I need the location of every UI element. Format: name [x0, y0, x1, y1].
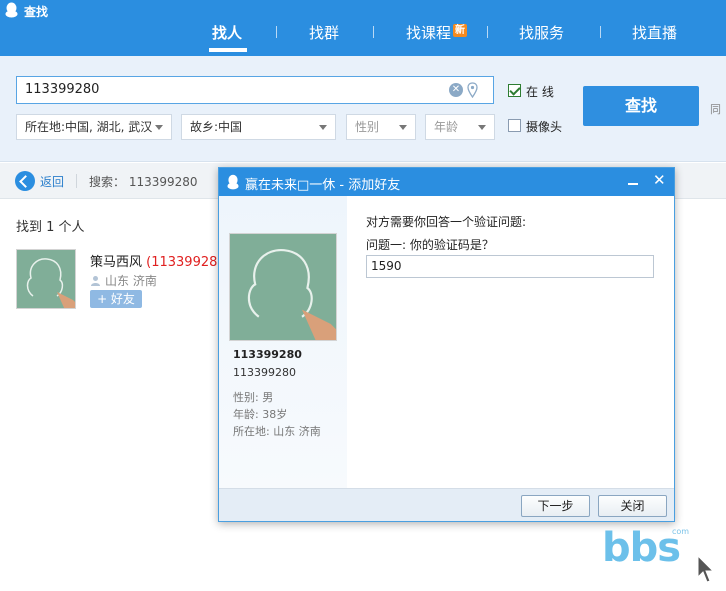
tab-label: 找服务	[519, 24, 565, 42]
search-input[interactable]: 113399280	[16, 76, 494, 104]
profile-nickname: 113399280	[233, 348, 302, 361]
result-count: 找到 1 个人	[16, 220, 85, 235]
profile-gender: 性别: 男	[233, 391, 274, 404]
avatar	[229, 233, 337, 341]
camera-checkbox[interactable]	[508, 119, 521, 132]
top-nav-bar: 查找 找人 找群 找课程新 找服务 找直播	[0, 0, 726, 56]
nickname: 策马西风	[90, 255, 143, 270]
watermark-text: bbs	[602, 525, 681, 571]
active-tab-indicator	[209, 48, 247, 52]
tab-divider	[600, 26, 601, 38]
qq-penguin-icon	[5, 2, 18, 18]
gender-placeholder: 性别	[355, 120, 380, 134]
age-placeholder: 年龄	[434, 120, 459, 134]
bbs-watermark: com bbs	[602, 523, 702, 573]
search-summary: 搜索： 113399280	[89, 173, 198, 190]
person-icon	[90, 275, 101, 286]
verification-question: 问题一: 你的验证码是？	[366, 238, 494, 252]
tab-label: 找群	[309, 24, 340, 42]
add-friend-dialog: 赢在未来□一休 - 添加好友 ✕ 113399280 113399280 性别:…	[218, 167, 675, 522]
hometown-select[interactable]: 故乡:中国	[181, 114, 336, 140]
tab-find-groups[interactable]: 找群	[309, 22, 339, 44]
close-icon[interactable]: ✕	[653, 171, 666, 189]
divider	[76, 174, 77, 188]
profile-location: 所在地: 山东 济南	[233, 425, 321, 438]
location-value: 所在地:中国, 湖北, 武汉	[25, 120, 153, 134]
tab-divider	[276, 26, 277, 38]
result-name[interactable]: 策马西风 (113399280)	[90, 251, 231, 270]
location-select[interactable]: 所在地:中国, 湖北, 武汉	[16, 114, 172, 140]
dialog-titlebar[interactable]: 赢在未来□一休 - 添加好友 ✕	[219, 168, 674, 196]
default-avatar-icon	[17, 250, 75, 308]
hometown-value: 故乡:中国	[190, 120, 243, 134]
answer-field[interactable]: 1590	[366, 255, 654, 278]
back-arrow-icon[interactable]	[15, 171, 35, 191]
chevron-down-icon	[399, 125, 407, 130]
app-title: 查找	[24, 5, 49, 19]
verification-prompt: 对方需要你回答一个验证问题:	[366, 215, 527, 229]
tab-label: 找人	[212, 24, 243, 42]
online-label: 在 线	[526, 85, 554, 99]
location-pin-icon[interactable]	[467, 82, 478, 98]
search-button[interactable]: 查找	[583, 86, 699, 126]
chevron-down-icon	[155, 125, 163, 130]
search-summary-value: 113399280	[128, 175, 198, 189]
profile-panel: 113399280 113399280 性别: 男 年龄: 38岁 所在地: 山…	[219, 196, 347, 488]
add-friend-button[interactable]: + 好友	[90, 290, 142, 308]
tab-divider	[487, 26, 488, 38]
age-select[interactable]: 年龄	[425, 114, 495, 140]
profile-qq: 113399280	[233, 366, 296, 379]
result-location: 山东 济南	[90, 272, 157, 289]
chevron-down-icon	[478, 125, 486, 130]
camera-label: 摄像头	[526, 120, 563, 134]
gender-select[interactable]: 性别	[346, 114, 416, 140]
dialog-title: 赢在未来□一休 - 添加好友	[245, 178, 401, 193]
dialog-footer: 下一步 关闭	[219, 488, 674, 521]
next-button[interactable]: 下一步	[521, 495, 590, 517]
profile-age: 年龄: 38岁	[233, 408, 288, 421]
qq-penguin-icon	[227, 174, 239, 190]
back-link[interactable]: 返回	[40, 173, 64, 190]
online-checkbox[interactable]	[508, 84, 521, 97]
minimize-icon[interactable]	[626, 174, 640, 188]
tab-find-live[interactable]: 找直播	[632, 22, 677, 44]
location-text: 山东 济南	[105, 274, 157, 288]
default-avatar-icon	[230, 234, 336, 340]
tab-find-courses[interactable]: 找课程新	[406, 22, 468, 44]
tab-label: 找课程	[406, 24, 452, 42]
search-panel: 113399280 ✕ 所在地:中国, 湖北, 武汉 故乡:中国 性别 年龄 在…	[0, 56, 726, 162]
close-button[interactable]: 关闭	[598, 495, 667, 517]
tab-label: 找直播	[632, 24, 678, 42]
tab-find-services[interactable]: 找服务	[519, 22, 564, 44]
mouse-cursor-icon	[697, 555, 715, 583]
search-summary-label: 搜索：	[89, 175, 126, 189]
truncated-label: 同	[710, 103, 721, 116]
chevron-down-icon	[319, 125, 327, 130]
new-badge: 新	[453, 24, 468, 37]
clear-icon[interactable]: ✕	[449, 83, 463, 97]
tab-find-people[interactable]: 找人	[212, 22, 242, 44]
tab-divider	[373, 26, 374, 38]
avatar[interactable]	[16, 249, 76, 309]
